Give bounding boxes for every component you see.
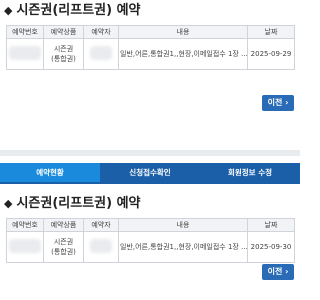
diamond-bullet-icon: ◆	[4, 197, 13, 210]
product-line-1: 시즌권	[53, 45, 74, 53]
redacted-name	[90, 239, 112, 253]
header-content: 내용	[118, 25, 248, 39]
header-content: 내용	[118, 218, 248, 232]
redacted-name	[90, 46, 112, 60]
header-reserver: 예약자	[83, 25, 119, 39]
header-reservation-product: 예약상품	[43, 25, 84, 39]
tab-edit-member-info[interactable]: 회원정보 수정	[200, 163, 300, 182]
table-row[interactable]: 시즌권 (통합권) 일반,어른,통합권1,,현장,이메일접수 1장 ... 20…	[6, 38, 295, 70]
header-date: 날짜	[247, 25, 295, 39]
header-date: 날짜	[247, 218, 295, 232]
prev-button[interactable]: 이전 ›	[262, 95, 294, 111]
diamond-bullet-icon: ◆	[4, 4, 13, 17]
product-cell: 시즌권 (통합권)	[43, 231, 84, 263]
tab-underline	[0, 182, 300, 184]
tab-application-check[interactable]: 신청접수확인	[100, 163, 200, 182]
redacted-number	[9, 46, 41, 60]
table-row[interactable]: 시즌권 (통합권) 일반,어른,통합권1,,현장,이메일접수 1장 ... 20…	[6, 231, 295, 263]
product-line-2: (통합권)	[51, 55, 76, 63]
content-text: 일반,어른,통합권1,,현장,이메일접수 1장 ...	[120, 50, 248, 58]
header-reservation-number: 예약번호	[6, 218, 44, 232]
product-cell: 시즌권 (통합권)	[43, 38, 84, 70]
section-title-text: 시즌권(리프트권) 예약	[16, 3, 141, 18]
content-cell: 일반,어른,통합권1,,현장,이메일접수 1장 ...	[118, 38, 248, 70]
section-divider	[0, 150, 300, 156]
date-cell: 2025-09-29	[247, 38, 295, 70]
reservation-number-cell	[6, 38, 44, 70]
tab-bar: 예약현황 신청접수확인 회원정보 수정	[0, 163, 300, 182]
header-reserver: 예약자	[83, 218, 119, 232]
product-line-2: (통합권)	[51, 248, 76, 256]
product-line-1: 시즌권	[53, 238, 74, 246]
section-title-text: 시즌권(리프트권) 예약	[16, 196, 141, 211]
header-reservation-product: 예약상품	[43, 218, 84, 232]
table-header-row: 예약번호 예약상품 예약자 내용 날짜	[6, 218, 295, 232]
reservation-table: 예약번호 예약상품 예약자 내용 날짜 시즌권 (통합권) 일반,어른,통합권1…	[6, 25, 295, 70]
content-cell: 일반,어른,통합권1,,현장,이메일접수 1장 ...	[118, 231, 248, 263]
reservation-number-cell	[6, 231, 44, 263]
date-cell: 2025-09-30	[247, 231, 295, 263]
tab-reservation-status[interactable]: 예약현황	[0, 163, 100, 182]
reserver-cell	[83, 231, 119, 263]
prev-button[interactable]: 이전 ›	[262, 264, 294, 280]
reserver-cell	[83, 38, 119, 70]
redacted-number	[9, 239, 41, 253]
header-reservation-number: 예약번호	[6, 25, 44, 39]
section-title: ◆ 시즌권(리프트권) 예약	[4, 193, 141, 215]
content-text: 일반,어른,통합권1,,현장,이메일접수 1장 ...	[120, 243, 248, 251]
section-title: ◆ 시즌권(리프트권) 예약	[4, 0, 141, 22]
reservation-table: 예약번호 예약상품 예약자 내용 날짜 시즌권 (통합권) 일반,어른,통합권1…	[6, 218, 295, 263]
table-header-row: 예약번호 예약상품 예약자 내용 날짜	[6, 25, 295, 39]
